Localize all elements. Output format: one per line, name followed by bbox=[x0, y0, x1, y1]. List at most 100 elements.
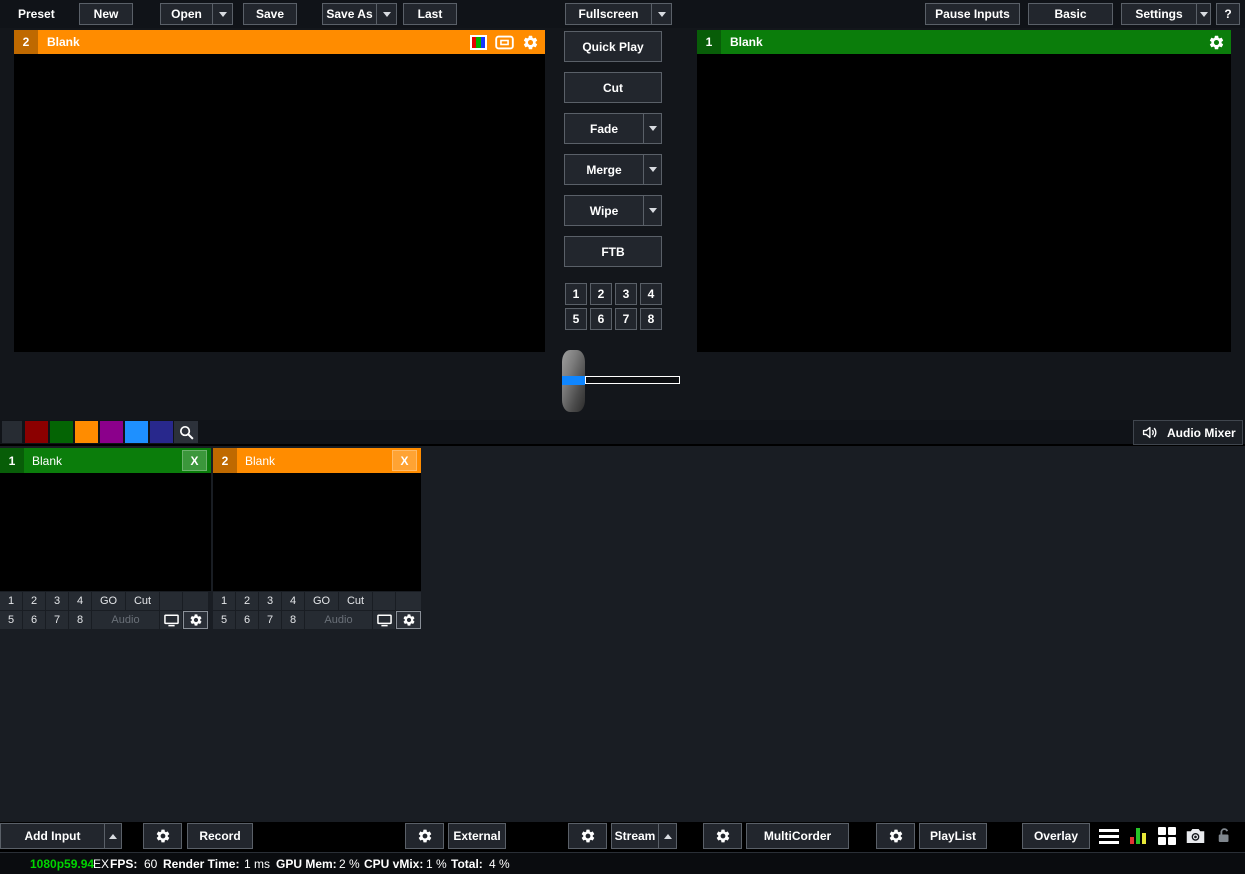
input-2-overlay-2-button[interactable]: 2 bbox=[236, 592, 258, 610]
input-1-thumbnail[interactable] bbox=[0, 473, 211, 591]
lock-interface-button[interactable] bbox=[1211, 823, 1237, 849]
input-1-overlay-1-button[interactable]: 1 bbox=[0, 592, 22, 610]
ftb-button[interactable]: FTB bbox=[564, 236, 662, 267]
external-settings-button[interactable] bbox=[405, 823, 444, 849]
multicorder-button[interactable]: MultiCorder bbox=[746, 823, 849, 849]
open-dropdown-button[interactable] bbox=[212, 4, 232, 24]
input-1-overlay-2-button[interactable]: 2 bbox=[23, 592, 45, 610]
pause-inputs-button[interactable]: Pause Inputs bbox=[925, 3, 1020, 25]
gear-icon[interactable] bbox=[522, 34, 539, 51]
category-blue-button[interactable] bbox=[125, 421, 148, 443]
input-2-settings-button[interactable] bbox=[396, 611, 421, 629]
input-1-audio-button[interactable]: Audio bbox=[92, 611, 159, 629]
fade-button[interactable]: Fade bbox=[564, 113, 662, 144]
record-settings-button[interactable] bbox=[143, 823, 182, 849]
settings-dropdown-button[interactable] bbox=[1196, 4, 1210, 24]
input-2-fullscreen-button[interactable] bbox=[373, 611, 395, 629]
input-1-overlay-6-button[interactable]: 6 bbox=[23, 611, 45, 629]
transition-preset-5-button[interactable]: 5 bbox=[565, 308, 587, 330]
save-as-button[interactable]: Save As bbox=[322, 3, 397, 25]
fullscreen-dropdown-button[interactable] bbox=[651, 4, 671, 24]
input-1-settings-button[interactable] bbox=[183, 611, 208, 629]
external-button[interactable]: External bbox=[448, 823, 506, 849]
audio-levels-button[interactable] bbox=[1125, 823, 1151, 849]
input-1-overlay-8-button[interactable]: 8 bbox=[69, 611, 91, 629]
basic-button[interactable]: Basic bbox=[1028, 3, 1113, 25]
input-2-overlay-3-button[interactable]: 3 bbox=[259, 592, 281, 610]
snapshot-button[interactable] bbox=[1182, 823, 1208, 849]
input-2-overlay-1-button[interactable]: 1 bbox=[213, 592, 235, 610]
input-1-overlay-7-button[interactable]: 7 bbox=[46, 611, 68, 629]
help-button[interactable]: ? bbox=[1216, 3, 1240, 25]
gear-icon[interactable] bbox=[1208, 34, 1225, 51]
transition-preset-1-button[interactable]: 1 bbox=[565, 283, 587, 305]
transition-preset-7-button[interactable]: 7 bbox=[615, 308, 637, 330]
fps-value: 60 bbox=[144, 857, 157, 871]
new-button[interactable]: New bbox=[79, 3, 133, 25]
input-2-overlay-4-button[interactable]: 4 bbox=[282, 592, 304, 610]
input-2-go-button[interactable]: GO bbox=[305, 592, 338, 610]
colorbars-icon[interactable] bbox=[470, 35, 487, 50]
stream-button[interactable]: Stream bbox=[611, 823, 677, 849]
input-1-overlay-5-button[interactable]: 5 bbox=[0, 611, 22, 629]
search-button[interactable] bbox=[174, 421, 198, 443]
overlay-button[interactable]: Overlay bbox=[1022, 823, 1090, 849]
wipe-dropdown-button[interactable] bbox=[643, 196, 661, 225]
input-2-overlay-5-button[interactable]: 5 bbox=[213, 611, 235, 629]
input-2-overlay-6-button[interactable]: 6 bbox=[236, 611, 258, 629]
multicorder-settings-button[interactable] bbox=[703, 823, 742, 849]
input-2-header[interactable]: 2 Blank X bbox=[213, 448, 421, 473]
display-icon[interactable] bbox=[495, 35, 514, 50]
transition-preset-8-button[interactable]: 8 bbox=[640, 308, 662, 330]
category-all-button[interactable] bbox=[2, 421, 22, 443]
transition-preset-2-button[interactable]: 2 bbox=[590, 283, 612, 305]
playlist-button[interactable]: PlayList bbox=[919, 823, 987, 849]
audio-mixer-button[interactable]: Audio Mixer bbox=[1133, 420, 1243, 445]
input-1-overlay-3-button[interactable]: 3 bbox=[46, 592, 68, 610]
save-as-dropdown-button[interactable] bbox=[376, 4, 396, 24]
fullscreen-button[interactable]: Fullscreen bbox=[565, 3, 672, 25]
category-purple-button[interactable] bbox=[100, 421, 123, 443]
category-red-button[interactable] bbox=[25, 421, 48, 443]
input-1-cut-button[interactable]: Cut bbox=[126, 592, 159, 610]
wipe-button[interactable]: Wipe bbox=[564, 195, 662, 226]
chevron-down-icon bbox=[219, 12, 227, 17]
input-2-close-button[interactable]: X bbox=[392, 450, 417, 471]
settings-button[interactable]: Settings bbox=[1121, 3, 1211, 25]
transition-preset-3-button[interactable]: 3 bbox=[615, 283, 637, 305]
levels-icon bbox=[1130, 828, 1146, 844]
input-1-overlay-4-button[interactable]: 4 bbox=[69, 592, 91, 610]
category-navy-button[interactable] bbox=[150, 421, 173, 443]
fade-dropdown-button[interactable] bbox=[643, 114, 661, 143]
open-button[interactable]: Open bbox=[160, 3, 233, 25]
input-1-go-button[interactable]: GO bbox=[92, 592, 125, 610]
input-1-fullscreen-button[interactable] bbox=[160, 611, 182, 629]
multiview-button[interactable] bbox=[1154, 823, 1180, 849]
input-2-thumbnail[interactable] bbox=[213, 473, 421, 591]
input-1-header[interactable]: 1 Blank X bbox=[0, 448, 211, 473]
transition-preset-4-button[interactable]: 4 bbox=[640, 283, 662, 305]
input-2-overlay-8-button[interactable]: 8 bbox=[282, 611, 304, 629]
merge-button[interactable]: Merge bbox=[564, 154, 662, 185]
add-input-button[interactable]: Add Input bbox=[0, 823, 122, 849]
playlist-settings-button[interactable] bbox=[876, 823, 915, 849]
save-button[interactable]: Save bbox=[243, 3, 297, 25]
cut-button[interactable]: Cut bbox=[564, 72, 662, 103]
last-button[interactable]: Last bbox=[403, 3, 457, 25]
input-1-close-button[interactable]: X bbox=[182, 450, 207, 471]
merge-dropdown-button[interactable] bbox=[643, 155, 661, 184]
add-input-dropdown-button[interactable] bbox=[104, 824, 121, 848]
category-orange-button[interactable] bbox=[75, 421, 98, 443]
stream-dropdown-button[interactable] bbox=[658, 824, 676, 848]
record-button[interactable]: Record bbox=[187, 823, 253, 849]
category-green-button[interactable] bbox=[50, 421, 73, 443]
transition-preset-6-button[interactable]: 6 bbox=[590, 308, 612, 330]
input-2-cut-button[interactable]: Cut bbox=[339, 592, 372, 610]
stream-settings-button[interactable] bbox=[568, 823, 607, 849]
ex-status: EX bbox=[93, 857, 109, 871]
list-view-button[interactable] bbox=[1096, 823, 1122, 849]
input-2-audio-button[interactable]: Audio bbox=[305, 611, 372, 629]
quick-play-button[interactable]: Quick Play bbox=[564, 31, 662, 62]
input-2-overlay-7-button[interactable]: 7 bbox=[259, 611, 281, 629]
tbar-handle[interactable] bbox=[562, 350, 585, 412]
